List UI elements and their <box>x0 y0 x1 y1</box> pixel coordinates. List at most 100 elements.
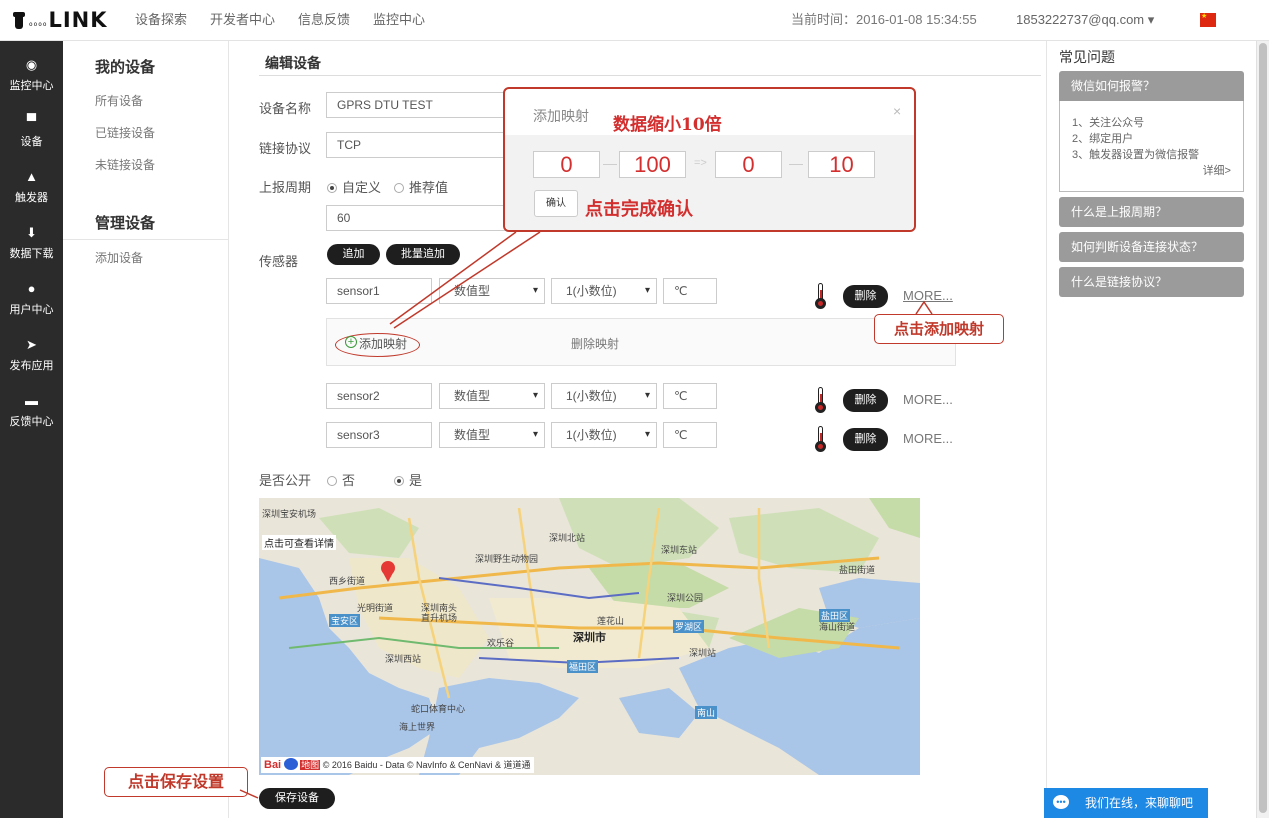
sidebar-item-publish[interactable]: ➤ 发布应用 <box>0 337 63 373</box>
sidebar-item-device[interactable]: ▀ 设备 <box>0 113 63 149</box>
source-min-input[interactable]: 0 <box>533 151 600 178</box>
map-label: 深圳站 <box>689 648 717 658</box>
sidebar-item-feedback[interactable]: ▬ 反馈中心 <box>0 393 63 429</box>
china-flag-icon[interactable] <box>1200 12 1216 27</box>
sensor1-name-input[interactable]: sensor1 <box>326 278 432 304</box>
sensor3-precision-select[interactable]: 1(小数位) <box>551 422 657 448</box>
device-name-label: 设备名称 <box>259 101 312 116</box>
map-label: 福田区 <box>567 660 599 673</box>
subnav-linked-devices[interactable]: 已链接设备 <box>95 124 155 141</box>
add-mapping-dialog: 添加映射 × 0 — 100 => 0 — 10 确认 <box>503 87 916 232</box>
sensor3-more-link[interactable]: MORE... <box>903 431 953 446</box>
target-max-input[interactable]: 10 <box>808 151 875 178</box>
delete-mapping-link[interactable]: 删除映射 <box>571 335 619 352</box>
source-max-input[interactable]: 100 <box>619 151 686 178</box>
period-label: 上报周期 <box>259 180 312 195</box>
sidebar-item-user[interactable]: ● 用户中心 <box>0 281 63 317</box>
my-devices-title: 我的设备 <box>95 59 156 76</box>
public-label: 是否公开 <box>259 473 312 488</box>
save-device-button[interactable]: 保存设备 <box>259 788 335 809</box>
map-detail-hint[interactable]: 点击可查看详情 <box>262 535 336 550</box>
sensor2-more-link[interactable]: MORE... <box>903 392 953 407</box>
public-yes-radio[interactable]: 是 <box>394 470 422 489</box>
sensor1-type-select[interactable]: 数值型 <box>439 278 545 304</box>
period-input[interactable]: 60 <box>326 205 506 231</box>
faq-detail-link[interactable]: 详细> <box>1203 163 1231 179</box>
faq-item-report-period[interactable]: 什么是上报周期？ <box>1059 197 1244 227</box>
top-bar: oooo LINK 设备探索 开发者中心 信息反馈 监控中心 当前时间：2016… <box>0 0 1269 41</box>
location-map[interactable]: 深圳宝安机场 点击可查看详情 西乡街道 光明街道 宝安区 深圳南头直升机场 深圳… <box>259 498 920 775</box>
sensor1-more-link[interactable]: MORE... <box>903 288 953 303</box>
map-label: 深圳宝安机场 <box>262 509 317 519</box>
map-label: 盐田街道 <box>839 565 876 575</box>
chat-bubble-icon: ••• <box>1053 795 1069 809</box>
sensor3-unit-input[interactable]: ℃ <box>663 422 717 448</box>
sensor2-delete-button[interactable]: 删除 <box>843 389 888 412</box>
live-chat-button[interactable]: ••• 我们在线，来聊聊吧 <box>1044 788 1208 818</box>
top-nav: 设备探索 开发者中心 信息反馈 监控中心 <box>135 0 448 40</box>
logo-text: LINK <box>48 8 108 32</box>
confirm-button[interactable]: 确认 <box>534 190 578 217</box>
annotation-add-mapping: 点击添加映射 <box>874 314 1004 344</box>
sensor2-precision-select[interactable]: 1(小数位) <box>551 383 657 409</box>
sensor1-unit-input[interactable]: ℃ <box>663 278 717 304</box>
batch-add-sensor-button[interactable]: 批量追加 <box>386 244 460 265</box>
map-label: 宝安区 <box>329 614 361 627</box>
map-label: 深圳西站 <box>385 654 422 664</box>
sensor1-precision-select[interactable]: 1(小数位) <box>551 278 657 304</box>
account-menu[interactable]: 1853222737@qq.com ▾ <box>1016 0 1154 40</box>
thermometer-icon <box>815 426 826 452</box>
logo[interactable]: oooo LINK <box>10 7 108 33</box>
map-label: 深圳市 <box>573 632 606 644</box>
map-label: 深圳北站 <box>549 533 586 543</box>
add-mapping-link[interactable]: 添加映射 <box>359 335 407 352</box>
faq-title: 常见问题 <box>1059 49 1115 65</box>
public-no-radio[interactable]: 否 <box>327 470 355 489</box>
subnav-unlinked-devices[interactable]: 未链接设备 <box>95 156 155 173</box>
close-icon[interactable]: × <box>893 103 901 119</box>
device-name-input[interactable]: GPRS DTU TEST <box>326 92 506 118</box>
map-label: 深圳东站 <box>661 545 698 555</box>
faq-item-connection-status[interactable]: 如何判断设备连接状态？ <box>1059 232 1244 262</box>
target-min-input[interactable]: 0 <box>715 151 782 178</box>
feedback-icon: ▬ <box>25 393 38 408</box>
manage-devices-title: 管理设备 <box>95 215 156 232</box>
sensor3-name-input[interactable]: sensor3 <box>326 422 432 448</box>
sidebar-item-monitor[interactable]: ◉ 监控中心 <box>0 57 63 93</box>
faq-wechat-answer: 1、关注公众号 2、绑定用户 3、触发器设置为微信报警 详细> <box>1059 101 1244 192</box>
sensor1-delete-button[interactable]: 删除 <box>843 285 888 308</box>
protocol-select[interactable]: TCP <box>326 132 506 158</box>
nav-monitor-center[interactable]: 监控中心 <box>373 0 425 40</box>
add-sensor-button[interactable]: 追加 <box>327 244 380 265</box>
map-label: 海上世界 <box>399 722 436 732</box>
subnav-all-devices[interactable]: 所有设备 <box>95 92 143 109</box>
target-icon: ◉ <box>25 57 38 72</box>
sensor2-name-input[interactable]: sensor2 <box>326 383 432 409</box>
faq-item-protocol[interactable]: 什么是链接协议？ <box>1059 267 1244 297</box>
baidu-logo: Bai <box>264 759 282 771</box>
nav-developer-center[interactable]: 开发者中心 <box>210 0 275 40</box>
send-icon: ➤ <box>26 337 37 352</box>
device-subnav: 我的设备 所有设备 已链接设备 未链接设备 管理设备 添加设备 <box>63 41 229 818</box>
period-custom-radio[interactable]: 自定义 <box>327 177 381 196</box>
period-recommended-radio[interactable]: 推荐值 <box>394 177 448 196</box>
sidebar-item-trigger[interactable]: ▲ 触发器 <box>0 169 63 205</box>
map-label: 罗湖区 <box>673 620 705 633</box>
faq-item-wechat-alarm[interactable]: 微信如何报警？ <box>1059 71 1244 101</box>
sensor3-type-select[interactable]: 数值型 <box>439 422 545 448</box>
sensor2-type-select[interactable]: 数值型 <box>439 383 545 409</box>
nav-device-explore[interactable]: 设备探索 <box>135 0 187 40</box>
map-label: 深圳公园 <box>667 593 704 603</box>
add-circle-icon: + <box>345 336 357 348</box>
map-label: 海山街道 <box>819 622 856 632</box>
main-sidebar: ◉ 监控中心 ▀ 设备 ▲ 触发器 ⬇ 数据下载 ● 用户中心 ➤ 发布应用 ▬… <box>0 41 63 818</box>
sidebar-item-download[interactable]: ⬇ 数据下载 <box>0 225 63 261</box>
sensor3-delete-button[interactable]: 删除 <box>843 428 888 451</box>
map-label: 深圳野生动物园 <box>475 554 539 564</box>
download-icon: ⬇ <box>26 225 37 240</box>
page-title: 编辑设备 <box>265 55 321 71</box>
page-scrollbar[interactable] <box>1256 41 1269 818</box>
sensor2-unit-input[interactable]: ℃ <box>663 383 717 409</box>
nav-feedback[interactable]: 信息反馈 <box>298 0 350 40</box>
subnav-add-device[interactable]: 添加设备 <box>95 249 143 266</box>
